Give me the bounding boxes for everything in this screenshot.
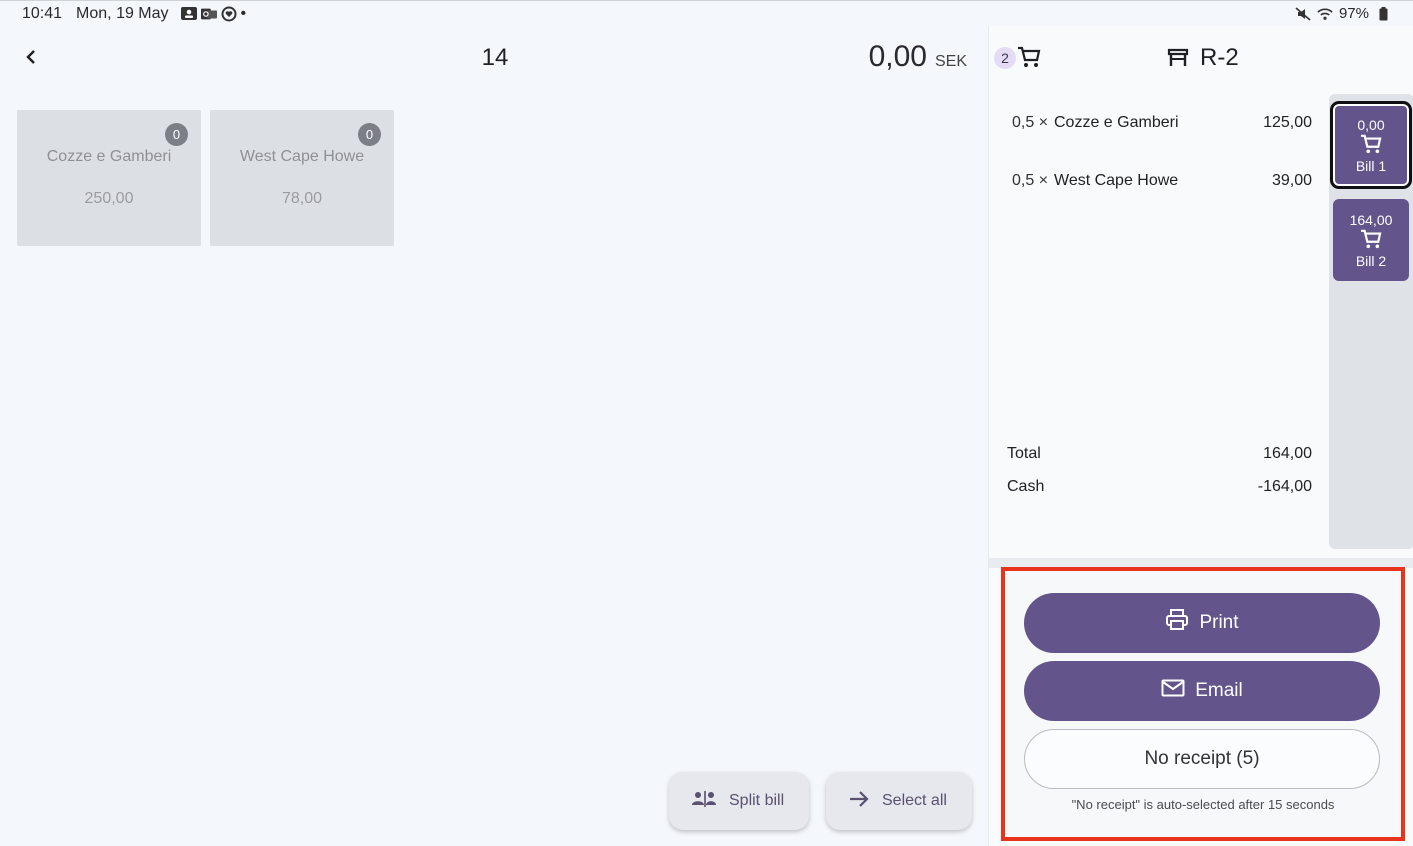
status-bar: 10:41 Mon, 19 May • 97%: [0, 0, 1413, 26]
mute-icon: [1295, 6, 1311, 21]
bill-2-button[interactable]: 164,00 Bill 2: [1333, 199, 1409, 281]
cash-label: Cash: [1007, 478, 1045, 495]
status-date: Mon, 19 May: [76, 4, 169, 22]
total-label: Total: [1007, 445, 1041, 462]
wifi-icon: [1317, 7, 1333, 21]
tile-price: 78,00: [281, 190, 323, 207]
line-qty: 0,5 ×: [1012, 172, 1049, 189]
order-lines: 0,5 × Cozze e Gamberi 125,00 0,5 × West …: [989, 94, 1329, 558]
back-button[interactable]: [18, 46, 44, 72]
order-amount: 0,00 SEK: [869, 40, 967, 74]
arrow-right-icon: [848, 790, 870, 813]
status-time: 10:41: [22, 4, 63, 22]
printer-icon: [1165, 609, 1189, 637]
cash-row: Cash -164,00: [1007, 478, 1312, 496]
auto-select-hint: "No receipt" is auto-selected after 15 s…: [1071, 797, 1335, 812]
order-pane: 14 0,00 SEK 0 Cozze e Gamberi 250,00 0 W…: [0, 26, 987, 846]
chevron-left-icon: [24, 48, 38, 71]
bill-1-button[interactable]: 0,00 Bill 1: [1330, 101, 1412, 189]
more-notifications-dot: •: [240, 4, 247, 22]
tile-price: 250,00: [84, 190, 134, 207]
bill-header: 2 R-2: [989, 26, 1413, 92]
line-name: West Cape Howe: [1054, 172, 1179, 189]
cash-value: -164,00: [1257, 478, 1312, 495]
cart-icon: [1017, 46, 1041, 73]
bills-column: 0,00 Bill 1 164,00 Bill 2: [1329, 94, 1413, 549]
total-value: 164,00: [1263, 445, 1312, 462]
envelope-icon: [1161, 679, 1185, 703]
battery-icon: [1375, 6, 1391, 21]
bill-amount: 164,00: [1349, 211, 1393, 228]
list-item[interactable]: 0,5 × West Cape Howe 39,00: [1012, 172, 1312, 190]
select-all-button[interactable]: Select all: [826, 772, 972, 830]
bill-amount: 0,00: [1357, 116, 1385, 133]
amount-value: 0,00: [868, 40, 927, 73]
tile-name: Cozze e Gamberi: [46, 148, 172, 165]
line-qty: 0,5 ×: [1012, 114, 1049, 131]
tile-count-badge: 0: [358, 123, 381, 146]
contact-card-icon: [180, 7, 197, 21]
tile-name: West Cape Howe: [239, 148, 365, 165]
print-label: Print: [1199, 612, 1239, 633]
receipt-options: Print Email No receipt (5) "No receipt" …: [1001, 567, 1405, 841]
list-item[interactable]: 0,5 × Cozze e Gamberi 125,00: [1012, 114, 1312, 132]
table-name: R-2: [1200, 44, 1239, 71]
cart-icon: [1360, 134, 1382, 157]
cart-icon: [1360, 229, 1382, 252]
email-button[interactable]: Email: [1024, 661, 1380, 721]
cart-count-badge: 2: [994, 47, 1016, 69]
battery-percent: 97%: [1338, 5, 1369, 22]
email-label: Email: [1195, 680, 1243, 701]
bill-label: Bill 2: [1355, 252, 1387, 269]
split-bill-label: Split bill: [729, 792, 785, 809]
tile-count-badge: 0: [165, 123, 188, 146]
product-tile[interactable]: 0 Cozze e Gamberi 250,00: [17, 110, 201, 246]
line-name: Cozze e Gamberi: [1054, 114, 1179, 131]
print-button[interactable]: Print: [1024, 593, 1380, 653]
table-icon: [1166, 47, 1190, 72]
order-number: 14: [481, 44, 509, 71]
select-all-label: Select all: [882, 792, 947, 809]
amount-currency: SEK: [934, 53, 967, 70]
line-price: 125,00: [1263, 114, 1312, 131]
line-price: 39,00: [1271, 172, 1312, 189]
split-people-icon: [691, 790, 717, 813]
bill-pane: 2 R-2 0,5 × Cozze e Gamberi 125,00 0,5 ×…: [988, 26, 1413, 846]
no-receipt-label: No receipt (5): [1144, 748, 1260, 769]
heart-circle-icon: [221, 6, 237, 21]
no-receipt-button[interactable]: No receipt (5): [1024, 729, 1380, 789]
system-tray: 97%: [1295, 5, 1391, 22]
outlook-icon: [200, 7, 217, 21]
product-tile[interactable]: 0 West Cape Howe 78,00: [210, 110, 394, 246]
bill-label: Bill 1: [1355, 157, 1387, 174]
split-bill-button[interactable]: Split bill: [669, 772, 809, 830]
notification-icons: •: [180, 4, 247, 23]
total-row: Total 164,00: [1007, 445, 1312, 463]
